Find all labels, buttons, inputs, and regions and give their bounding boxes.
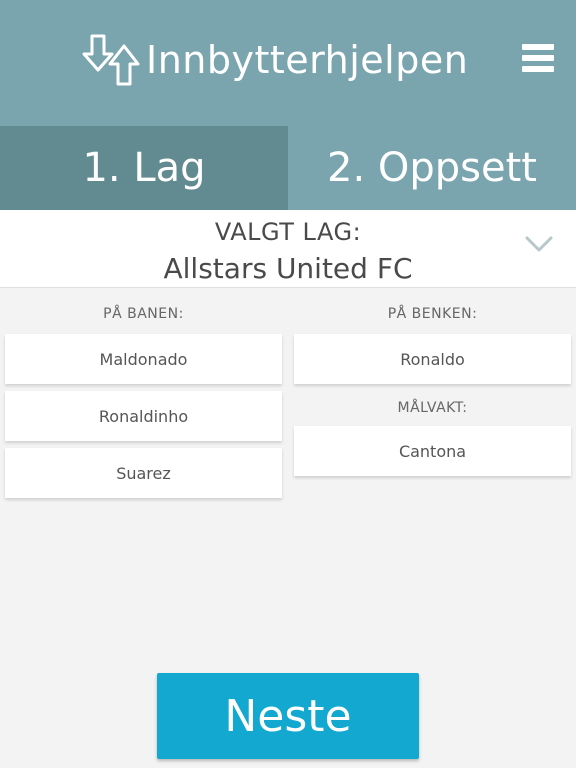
on-field-header: PÅ BANEN: bbox=[103, 306, 184, 322]
step-tabs: 1. Lag 2. Oppsett bbox=[0, 126, 576, 210]
tab-lag[interactable]: 1. Lag bbox=[0, 126, 288, 210]
swap-arrows-icon bbox=[82, 34, 140, 86]
bench-player-card[interactable]: Ronaldo bbox=[294, 334, 571, 384]
on-field-player-card[interactable]: Ronaldinho bbox=[5, 391, 282, 441]
app-header: Innbytterhjelpen bbox=[0, 0, 576, 126]
team-caption: VALGT LAG: bbox=[214, 218, 362, 246]
app-root: Innbytterhjelpen 1. Lag 2. Oppsett VALGT… bbox=[0, 0, 576, 768]
tab-oppsett[interactable]: 2. Oppsett bbox=[288, 126, 576, 210]
goalkeeper-player-card[interactable]: Cantona bbox=[294, 426, 571, 476]
next-button[interactable]: Neste bbox=[157, 673, 419, 759]
goalkeeper-header: MÅLVAKT: bbox=[397, 400, 468, 416]
logo-text: Innbytterhjelpen bbox=[146, 38, 469, 82]
chevron-down-icon[interactable] bbox=[524, 234, 554, 254]
on-field-player-card[interactable]: Maldonado bbox=[5, 334, 282, 384]
on-field-player-card[interactable]: Suarez bbox=[5, 448, 282, 498]
team-name: Allstars United FC bbox=[163, 252, 413, 285]
app-logo[interactable]: Innbytterhjelpen bbox=[78, 32, 468, 88]
bench-header: PÅ BENKEN: bbox=[387, 306, 478, 322]
team-selector[interactable]: VALGT LAG: Allstars United FC bbox=[0, 210, 576, 288]
hamburger-menu-icon[interactable] bbox=[520, 42, 556, 74]
